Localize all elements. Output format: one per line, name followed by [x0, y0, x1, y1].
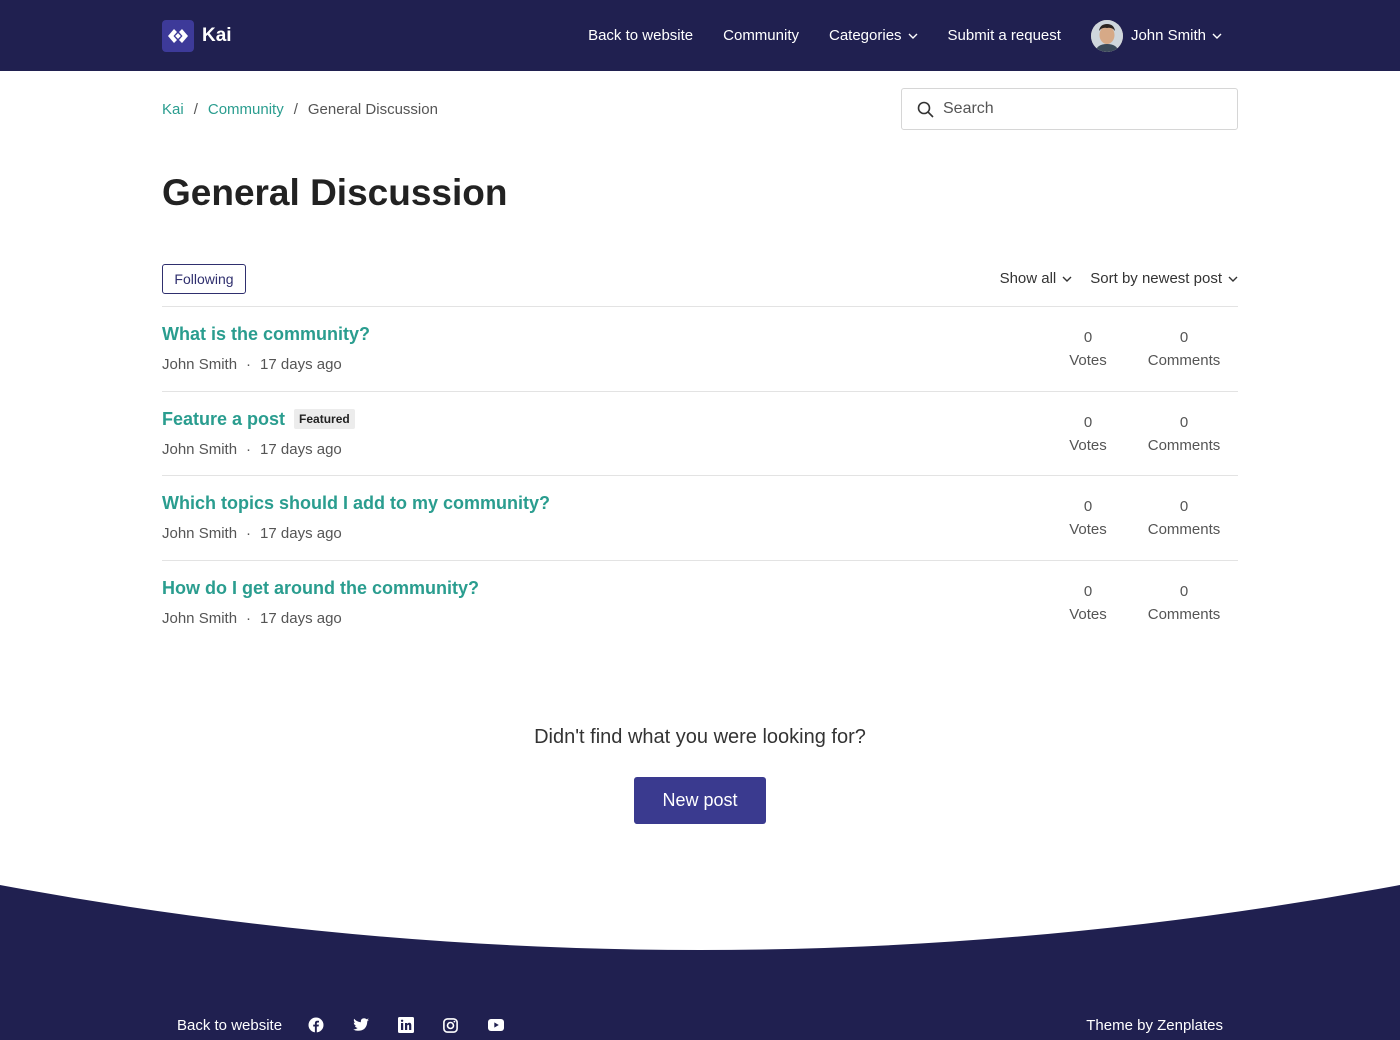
nav-categories[interactable]: Categories: [829, 27, 918, 44]
user-name: John Smith: [1130, 27, 1206, 44]
post-meta: John Smith · 17 days ago: [162, 610, 342, 627]
comments-label: Comments: [1147, 605, 1221, 623]
post-author: John Smith: [162, 609, 238, 627]
footer-back-to-website[interactable]: Back to website: [177, 1017, 282, 1034]
post-title-link[interactable]: How do I get around the community?: [162, 578, 479, 599]
comments-number: 0: [1179, 582, 1189, 600]
post-meta: John Smith · 17 days ago: [162, 441, 342, 458]
sort-label: Sort by newest post: [1090, 270, 1222, 287]
chevron-down-icon: [1062, 276, 1072, 282]
comment-count: 0 Comments: [1134, 583, 1234, 623]
list-item: Which topics should I add to my communit…: [162, 475, 1238, 560]
post-author: John Smith: [162, 440, 238, 458]
post-title-link[interactable]: What is the community?: [162, 324, 370, 345]
comments-number: 0: [1179, 498, 1189, 515]
post-title-link[interactable]: Feature a post Featured: [162, 409, 355, 430]
nav-submit-request[interactable]: Submit a request: [948, 27, 1061, 44]
show-filter-dropdown[interactable]: Show all: [1000, 270, 1073, 287]
facebook-icon[interactable]: [304, 1016, 327, 1034]
cta-text: Didn't find what you were looking for?: [534, 726, 866, 748]
post-time: 17 days ago: [260, 356, 342, 373]
comment-count: 0 Comments: [1134, 498, 1234, 538]
votes-label: Votes: [1069, 352, 1107, 369]
comments-number: 0: [1179, 329, 1189, 346]
site-header: Kai Back to website Community Categories…: [0, 0, 1400, 71]
post-time: 17 days ago: [260, 525, 342, 542]
breadcrumb-current: General Discussion: [307, 101, 438, 118]
vote-count: 0 Votes: [1038, 498, 1138, 538]
list-item: How do I get around the community? John …: [162, 559, 1238, 645]
avatar: [1090, 19, 1123, 52]
new-post-button[interactable]: New post: [634, 777, 766, 824]
post-filters: Show all Sort by newest post: [982, 270, 1238, 287]
separator-dot: ·: [246, 440, 252, 458]
chevron-down-icon: [908, 33, 918, 39]
brand-logo[interactable]: Kai: [162, 20, 232, 52]
list-item: What is the community? John Smith · 17 day…: [162, 306, 1238, 391]
vote-count: 0 Votes: [1038, 329, 1138, 369]
chevron-down-icon: [1228, 276, 1238, 282]
votes-label: Votes: [1069, 605, 1107, 623]
post-title-link[interactable]: Which topics should I add to my communit…: [162, 493, 550, 514]
post-meta: John Smith · 17 days ago: [162, 525, 342, 542]
youtube-icon[interactable]: [484, 1016, 507, 1034]
instagram-icon[interactable]: [439, 1016, 462, 1034]
user-menu[interactable]: John Smith: [1090, 19, 1222, 52]
following-button[interactable]: Following: [162, 264, 246, 294]
votes-label: Votes: [1069, 521, 1107, 538]
list-item: Feature a post Featured John Smith · 17 day…: [162, 390, 1238, 476]
votes-number: 0: [1083, 413, 1093, 431]
breadcrumb-separator: /: [293, 101, 298, 118]
search-box[interactable]: [901, 88, 1238, 130]
votes-number: 0: [1083, 329, 1093, 346]
breadcrumb-kai[interactable]: Kai: [162, 101, 184, 118]
post-title: What is the community?: [162, 324, 371, 344]
comments-label: Comments: [1147, 436, 1221, 454]
nav-community[interactable]: Community: [723, 27, 799, 44]
comment-count: 0 Comments: [1134, 329, 1234, 369]
comment-count: 0 Comments: [1134, 414, 1234, 454]
comments-label: Comments: [1147, 521, 1221, 538]
breadcrumb-separator: /: [193, 101, 198, 118]
nav-categories-label: Categories: [829, 27, 902, 44]
separator-dot: ·: [246, 525, 252, 542]
votes-number: 0: [1083, 498, 1093, 515]
separator-dot: ·: [246, 609, 252, 627]
post-title: Feature a post: [162, 408, 286, 429]
comments-number: 0: [1179, 413, 1189, 431]
nav-back-to-website[interactable]: Back to website: [588, 27, 693, 44]
theme-credit[interactable]: Theme by Zenplates: [1086, 1017, 1223, 1034]
featured-badge: Featured: [294, 409, 355, 429]
post-title: How do I get around the community?: [162, 577, 479, 598]
linkedin-icon[interactable]: [394, 1016, 417, 1034]
brand-name: Kai: [202, 25, 232, 46]
footer-links: Back to website: [177, 1016, 529, 1034]
vote-count: 0 Votes: [1038, 414, 1138, 454]
sort-dropdown[interactable]: Sort by newest post: [1090, 270, 1238, 287]
logo-icon: [162, 20, 194, 52]
votes-number: 0: [1083, 582, 1093, 600]
post-time: 17 days ago: [260, 609, 342, 627]
show-filter-label: Show all: [999, 270, 1057, 287]
post-title: Which topics should I add to my communit…: [162, 493, 551, 513]
chevron-down-icon: [1212, 33, 1222, 39]
post-author: John Smith: [162, 525, 238, 542]
post-meta: John Smith · 17 days ago: [162, 356, 342, 373]
page-title: General Discussion: [162, 172, 508, 213]
twitter-icon[interactable]: [349, 1016, 372, 1034]
post-list: What is the community? John Smith · 17 day…: [162, 306, 1238, 644]
separator-dot: ·: [246, 356, 252, 373]
post-author: John Smith: [162, 356, 238, 373]
breadcrumb-community[interactable]: Community: [208, 101, 284, 118]
votes-label: Votes: [1069, 436, 1107, 454]
search-input[interactable]: [943, 100, 1213, 118]
main-nav: Back to website Community Categories Sub…: [558, 0, 1222, 71]
post-time: 17 days ago: [260, 440, 342, 458]
search-icon: [917, 101, 934, 118]
vote-count: 0 Votes: [1038, 583, 1138, 623]
breadcrumb: Kai / Community / General Discussion: [162, 101, 438, 118]
comments-label: Comments: [1147, 352, 1221, 369]
